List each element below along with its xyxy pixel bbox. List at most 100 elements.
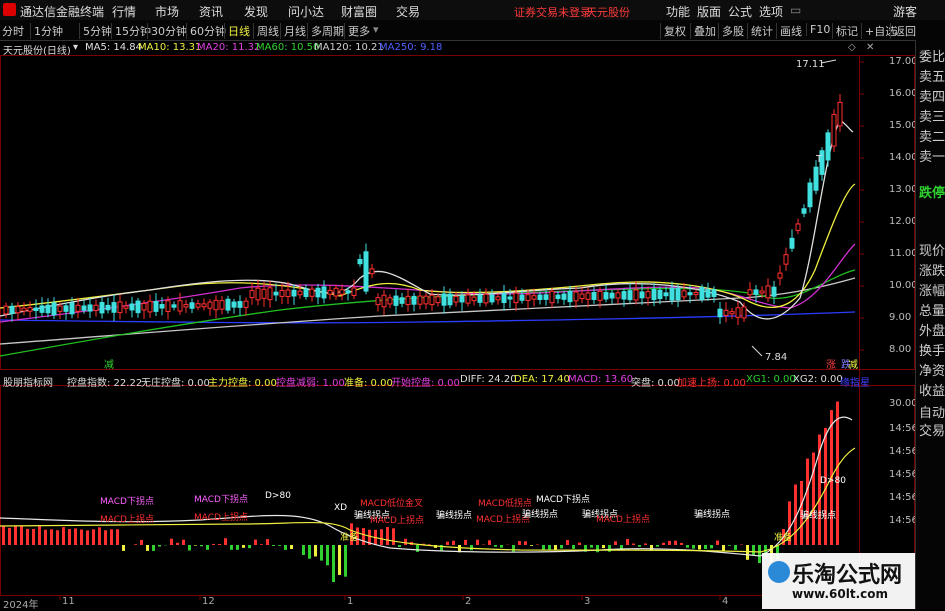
- candle-body: [286, 290, 290, 296]
- candle-body: [394, 296, 398, 305]
- settings-chevron-icon[interactable]: ▾: [73, 42, 78, 53]
- more-chevron-icon[interactable]: ▾: [373, 23, 379, 36]
- candle-body: [88, 305, 92, 311]
- histogram-bar: [158, 545, 161, 547]
- sig-macd-gold: MACD低位金叉: [360, 497, 423, 509]
- tab-fenshi[interactable]: 分时: [2, 23, 24, 39]
- ks-value: 开始控盘: 0.00: [391, 374, 460, 389]
- tab-trade[interactable]: 交易: [919, 420, 945, 439]
- candle-body: [604, 292, 608, 299]
- btn-biaoji[interactable]: 标记: [832, 23, 858, 39]
- candle-body: [382, 295, 386, 306]
- histogram-bar: [20, 526, 23, 545]
- menu-item-zixun[interactable]: 资讯: [199, 3, 223, 20]
- label-xianjia: 现价: [919, 240, 945, 259]
- histogram-bar: [32, 529, 35, 545]
- histogram-bar: [302, 545, 305, 555]
- candle-body: [94, 305, 98, 310]
- tab-30min[interactable]: 30分钟: [147, 23, 187, 39]
- histogram-bar: [572, 545, 575, 549]
- menu-item-faxian[interactable]: 发现: [244, 3, 268, 20]
- menu-item-caifuquan[interactable]: 财富圈: [341, 3, 377, 20]
- candle-body: [262, 289, 266, 298]
- histogram-bar: [200, 545, 203, 546]
- candle-body: [310, 289, 314, 296]
- login-notice[interactable]: 证券交易未登录: [514, 4, 591, 20]
- tab-more[interactable]: 更多: [344, 23, 370, 39]
- label-jingzi: 净资: [919, 360, 945, 379]
- histogram-bar: [758, 545, 761, 563]
- candle-body: [682, 291, 686, 297]
- menu-item-wenxiaoda[interactable]: 问小达: [288, 3, 324, 20]
- menu-item-banmian[interactable]: 版面: [697, 3, 721, 20]
- collapse-icon[interactable]: ✕: [866, 42, 874, 53]
- tab-monthly[interactable]: 月线: [280, 23, 306, 39]
- btn-f10[interactable]: F10: [806, 23, 830, 36]
- menu-item-shichang[interactable]: 市场: [155, 3, 179, 20]
- btn-fuquan[interactable]: 复权: [660, 23, 686, 39]
- histogram-bar: [74, 528, 77, 545]
- label-huanshou: 换手: [919, 340, 945, 359]
- menu-item-xuanxiang[interactable]: 选项: [759, 3, 783, 20]
- candle-body: [784, 255, 788, 264]
- candle-body: [70, 303, 74, 314]
- histogram-bar: [122, 545, 125, 551]
- candle-body: [256, 288, 260, 300]
- menu-item-gongneng[interactable]: 功能: [666, 3, 690, 20]
- tab-1min[interactable]: 1分钟: [30, 23, 63, 39]
- candle-body: [118, 302, 122, 313]
- sig-yuanxian-3: 骗线拐点: [522, 508, 558, 520]
- btn-duogu[interactable]: 多股: [718, 23, 744, 39]
- candle-body: [766, 286, 770, 298]
- btn-diejia[interactable]: 叠加: [690, 23, 716, 39]
- watermark: 乐淘公式网 www.60lt.com: [762, 553, 915, 609]
- btn-huaxian[interactable]: 画线: [776, 23, 802, 39]
- xg1-value: XG1: 0.00: [746, 374, 796, 385]
- histogram-bar: [464, 540, 467, 545]
- minimize-icon[interactable]: ▭: [790, 3, 801, 17]
- histogram-bar: [404, 539, 407, 545]
- candle-body: [376, 298, 380, 305]
- histogram-bar: [488, 540, 491, 545]
- menu-bar: 通达信金融终端 行情 市场 资讯 发现 问小达 财富圈 交易 证券交易未登录 天…: [0, 0, 945, 21]
- candle-body: [16, 307, 20, 313]
- histogram-bar: [56, 530, 59, 545]
- period-toolbar: 分时 1分钟 5分钟 15分钟 30分钟 60分钟 日线 周线 月线 多周期 更…: [0, 20, 945, 41]
- menu-item-jiaoyi[interactable]: 交易: [396, 3, 420, 20]
- candle-body: [586, 293, 590, 299]
- histogram-bar: [554, 545, 557, 550]
- ma120-value: MA120: 10.21: [314, 42, 384, 53]
- price-axis-label: 12.00: [889, 216, 918, 227]
- indicator-name[interactable]: 股朋指标网: [3, 374, 53, 389]
- diamond-icon[interactable]: ◇: [848, 42, 856, 53]
- candle-body: [532, 296, 536, 299]
- candle-body: [742, 307, 746, 318]
- histogram-bar: [416, 545, 419, 552]
- histogram-bar: [722, 545, 725, 551]
- chart-canvas[interactable]: 17.11 7.84 减 涨 跌 减 T MACD下拐点 MACD下拐点 MAC…: [0, 40, 915, 609]
- candle-body: [202, 304, 206, 307]
- tab-weekly[interactable]: 周线: [253, 23, 279, 39]
- tab-multi-period[interactable]: 多周期: [307, 23, 344, 39]
- btn-tongji[interactable]: 统计: [747, 23, 773, 39]
- histogram-bar: [278, 545, 281, 546]
- label-zhangdie: 涨跌: [919, 260, 945, 279]
- candle-body: [796, 224, 800, 230]
- candle-body: [34, 308, 38, 311]
- candle-body: [502, 294, 506, 303]
- candle-body: [76, 305, 80, 311]
- tab-auto[interactable]: 自动: [919, 402, 945, 421]
- btn-fanhui[interactable]: 返回: [890, 23, 916, 39]
- histogram-bar: [512, 545, 515, 552]
- label-sell2: 卖二: [919, 126, 945, 145]
- menu-item-gongshi[interactable]: 公式: [728, 3, 752, 20]
- tab-daily[interactable]: 日线: [224, 23, 250, 39]
- candle-body: [238, 302, 242, 308]
- tab-15min[interactable]: 15分钟: [111, 23, 151, 39]
- indicator-tail: 缘指星: [840, 374, 870, 389]
- candle-body: [82, 306, 86, 310]
- user-label[interactable]: 游客: [893, 3, 917, 20]
- menu-item-hangqing[interactable]: 行情: [112, 3, 136, 20]
- tab-60min[interactable]: 60分钟: [186, 23, 226, 39]
- tab-5min[interactable]: 5分钟: [79, 23, 112, 39]
